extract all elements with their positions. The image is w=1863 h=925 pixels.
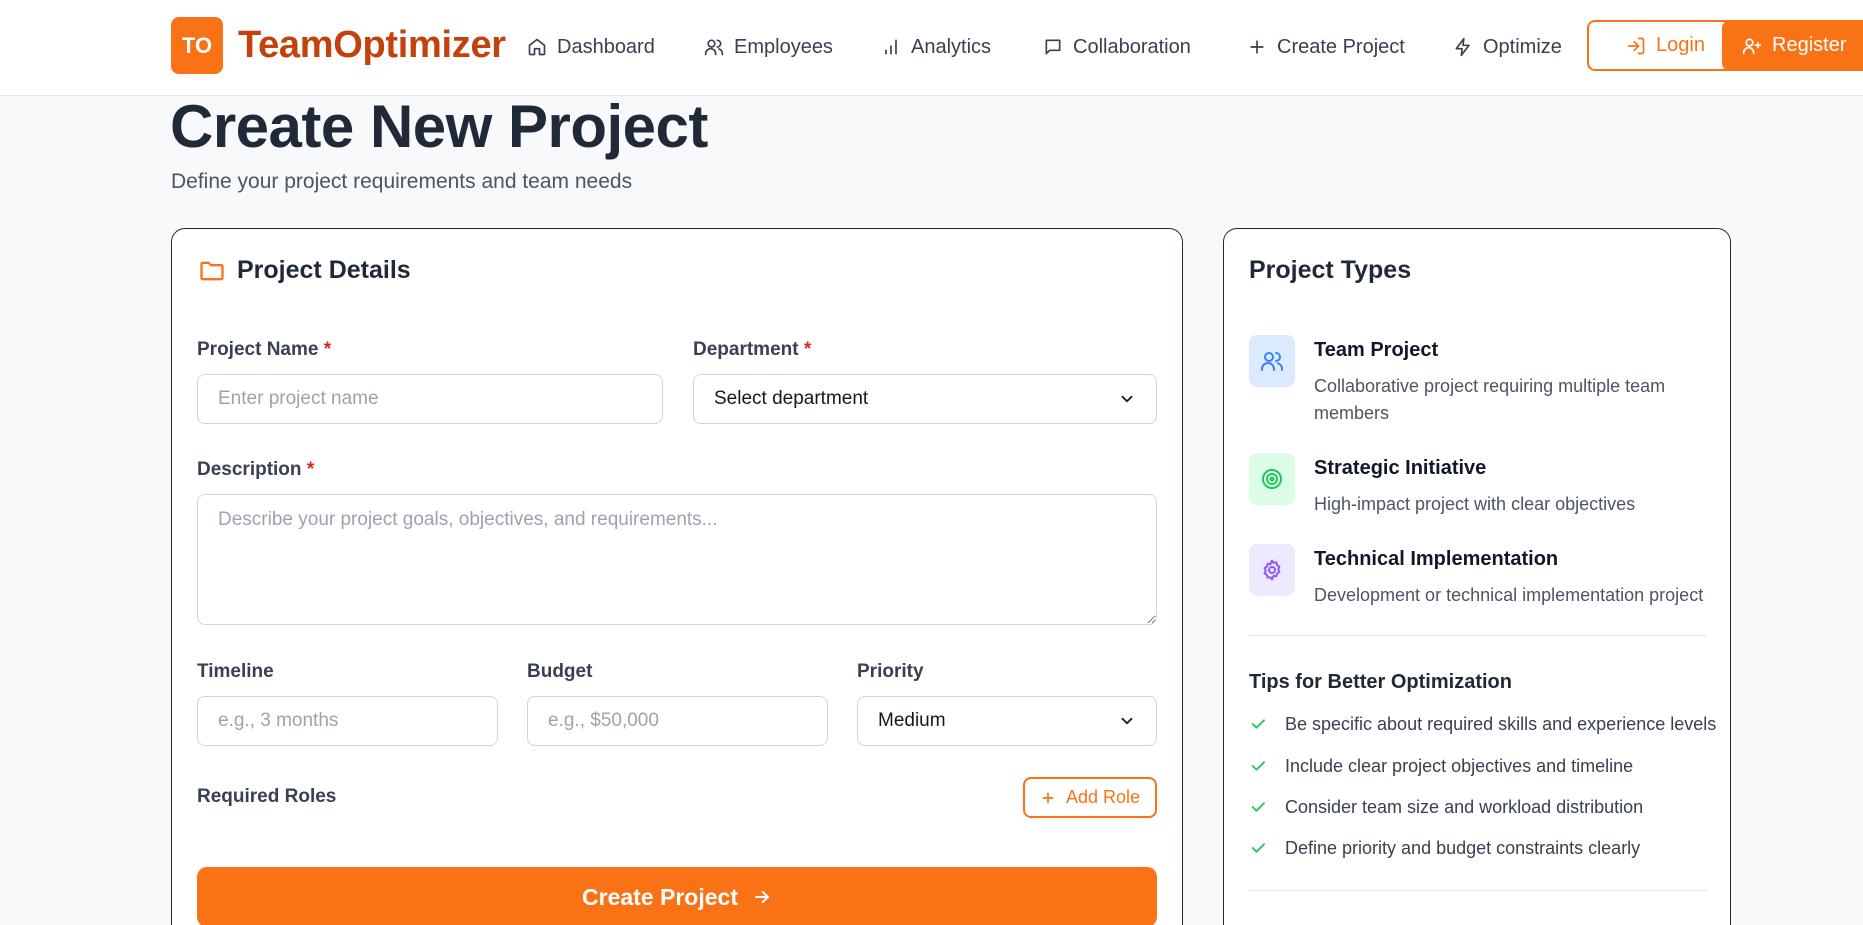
add-role-button[interactable]: Add Role (1023, 777, 1157, 818)
logo-badge[interactable]: TO (171, 17, 223, 74)
users-icon (1249, 335, 1295, 387)
zap-icon (1455, 37, 1470, 57)
project-details-card: Project Details Project Name * Departmen… (171, 228, 1183, 925)
project-type-name: Team Project (1314, 339, 1439, 361)
tip-item: Be specific about required skills and ex… (1249, 711, 1716, 737)
department-select[interactable]: Select department (693, 374, 1157, 424)
nav-analytics-label: Analytics (911, 35, 992, 58)
check-icon (1251, 843, 1265, 853)
check-icon (1251, 802, 1265, 812)
page-title: Create New Project (170, 93, 708, 160)
login-button[interactable]: Login (1587, 20, 1744, 71)
tips-title: Tips for Better Optimization (1249, 671, 1512, 693)
required-mark: * (306, 459, 315, 480)
chevron-down-icon (1121, 395, 1133, 403)
divider (1249, 635, 1707, 636)
project-type-description: High-impact project with clear objective… (1314, 494, 1636, 514)
required-mark: * (323, 339, 332, 360)
nav-analytics[interactable]: Analytics (881, 30, 991, 64)
check-icon (1251, 761, 1265, 771)
user-plus-icon (1742, 38, 1762, 54)
nav-optimize[interactable]: Optimize (1453, 30, 1562, 64)
project-type-strategic[interactable]: Strategic Initiative High-impact project… (1249, 453, 1719, 514)
create-project-button[interactable]: Create Project (197, 867, 1157, 925)
project-type-technical[interactable]: Technical Implementation Development or … (1249, 544, 1719, 605)
arrow-right-icon (755, 890, 769, 904)
chevron-down-icon (1121, 717, 1133, 725)
project-types-card: Project Types Team Project Collaborative… (1223, 228, 1731, 925)
users-icon (704, 39, 724, 56)
priority-label: Priority (857, 661, 924, 682)
page-subtitle: Define your project requirements and tea… (171, 170, 633, 193)
nav-create-project-label: Create Project (1277, 35, 1405, 58)
bar-chart-icon (885, 39, 897, 55)
project-type-name: Technical Implementation (1314, 548, 1559, 570)
nav-optimize-label: Optimize (1483, 35, 1562, 58)
top-navbar: TO TeamOptimizer Dashboard Employees Ana… (0, 0, 1863, 96)
nav-dashboard-label: Dashboard (557, 35, 655, 58)
required-roles-label: Required Roles (197, 786, 337, 807)
project-details-title: Project Details (237, 256, 411, 284)
register-label: Register (1772, 34, 1847, 56)
divider (1249, 890, 1707, 891)
plus-icon (1250, 40, 1264, 54)
project-type-name: Strategic Initiative (1314, 457, 1487, 479)
tip-item: Consider team size and workload distribu… (1249, 794, 1643, 820)
add-role-label: Add Role (1065, 787, 1141, 807)
nav-create-project[interactable]: Create Project (1247, 30, 1405, 64)
budget-input[interactable] (527, 696, 828, 746)
brand-name[interactable]: TeamOptimizer (238, 24, 506, 67)
description-textarea[interactable] (197, 494, 1157, 625)
priority-select[interactable]: Medium (857, 696, 1157, 746)
nav-employees-label: Employees (734, 35, 833, 58)
project-name-input[interactable] (197, 374, 663, 424)
check-icon (1251, 719, 1265, 729)
nav-collaboration[interactable]: Collaboration (1043, 30, 1191, 64)
create-project-label: Create Project (582, 883, 738, 910)
project-type-description: Development or technical implementation … (1314, 585, 1704, 605)
nav-collaboration-label: Collaboration (1073, 35, 1191, 58)
timeline-label: Timeline (197, 661, 274, 682)
project-name-label: Project Name * (197, 339, 332, 360)
priority-selected-value: Medium (878, 710, 946, 731)
nav-employees[interactable]: Employees (704, 30, 833, 64)
description-label: Description * (197, 459, 315, 480)
home-icon (528, 38, 546, 56)
tip-item: Define priority and budget constraints c… (1249, 835, 1640, 861)
register-button[interactable]: Register (1722, 20, 1863, 71)
department-selected-value: Select department (714, 388, 869, 409)
project-types-title: Project Types (1249, 256, 1412, 284)
project-type-description: Collaborative project requiring multiple… (1314, 376, 1666, 423)
timeline-input[interactable] (197, 696, 498, 746)
folder-icon (198, 257, 226, 285)
gear-icon (1249, 544, 1295, 596)
login-label: Login (1656, 34, 1705, 56)
plus-icon (1042, 792, 1054, 803)
required-mark: * (803, 339, 812, 360)
tip-item: Include clear project objectives and tim… (1249, 753, 1633, 779)
department-label: Department * (693, 339, 812, 360)
project-type-team[interactable]: Team Project Collaborative project requi… (1249, 335, 1719, 425)
message-icon (1045, 39, 1061, 55)
log-in-icon (1627, 37, 1645, 54)
target-icon (1249, 453, 1295, 505)
budget-label: Budget (527, 661, 593, 682)
nav-dashboard[interactable]: Dashboard (527, 30, 655, 64)
